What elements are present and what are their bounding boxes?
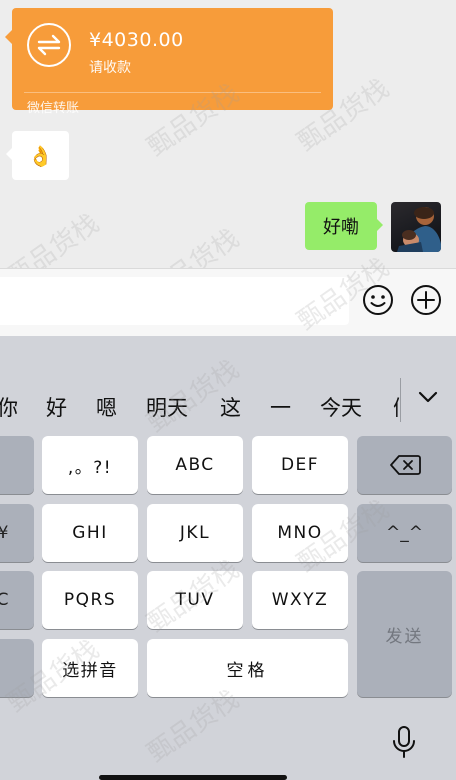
space-key[interactable]: 空格 [147,639,348,697]
message-input[interactable] [0,277,349,325]
candidate-word[interactable]: 一 [270,392,291,422]
candidate-overflow: 们 [393,388,400,424]
plus-circle-icon[interactable] [410,284,442,316]
backspace-key[interactable] [357,436,452,494]
backspace-icon [389,455,421,475]
key-punctuation[interactable]: ,。?! [42,436,138,494]
sent-message-bubble[interactable]: 好嘞 [305,202,383,250]
key-def[interactable]: DEF [252,436,348,494]
chat-area: ¥4030.00 请收款 微信转账 👌 好嘞 甄品货栈 甄品货栈 甄品货栈 甄品… [0,0,456,268]
key-jkl[interactable]: JKL [147,504,243,562]
home-indicator[interactable] [99,775,287,780]
key-wxyz[interactable]: WXYZ [252,571,348,629]
left-function-key[interactable]: ¥ [0,504,34,562]
left-function-key[interactable] [0,436,34,494]
received-emoji-bubble[interactable]: 👌 [6,131,69,180]
candidate-word[interactable]: 们 [393,392,400,422]
transfer-status: 请收款 [89,60,131,76]
message-input-bar: 甄品货栈 [0,252,456,337]
candidate-word[interactable]: 这 [220,392,241,422]
chevron-down-icon[interactable] [417,389,439,408]
candidate-word[interactable]: 好 [46,392,67,422]
transfer-arrows-icon [27,23,71,67]
ok-hand-emoji: 👌 [28,143,53,168]
ime-keyboard: 你 好 嗯 明天 这 一 今天 们 ¥ C ,。?! ABC DEF [0,336,456,780]
candidate-word[interactable]: 明天 [146,392,188,422]
candidate-word[interactable]: 今天 [320,392,362,422]
watermark: 甄品货栈 [142,223,245,268]
key-ghi[interactable]: GHI [42,504,138,562]
candidate-bar: 你 好 嗯 明天 这 一 今天 们 [0,376,456,436]
candidate-word[interactable]: 嗯 [96,392,117,422]
smiley-icon[interactable] [362,284,394,316]
candidate-divider [400,378,401,422]
key-mno[interactable]: MNO [252,504,348,562]
send-key[interactable]: 发送 [357,571,452,697]
pinyin-select-key[interactable]: 选拼音 [42,639,138,697]
transfer-footer-label: 微信转账 [27,101,80,116]
microphone-icon[interactable] [392,725,416,763]
transfer-amount: ¥4030.00 [89,29,184,51]
emoticon-key[interactable]: ^_^ [357,504,452,562]
key-tuv[interactable]: TUV [147,571,243,629]
avatar[interactable] [391,202,441,252]
key-abc[interactable]: ABC [147,436,243,494]
transfer-divider [24,92,321,93]
watermark: 甄品货栈 [2,208,105,268]
key-pqrs[interactable]: PQRS [42,571,138,629]
transfer-message-card[interactable]: ¥4030.00 请收款 微信转账 [5,8,333,116]
left-function-key[interactable]: C [0,571,34,629]
candidate-word[interactable]: 你 [0,392,18,422]
left-function-key[interactable] [0,639,34,697]
